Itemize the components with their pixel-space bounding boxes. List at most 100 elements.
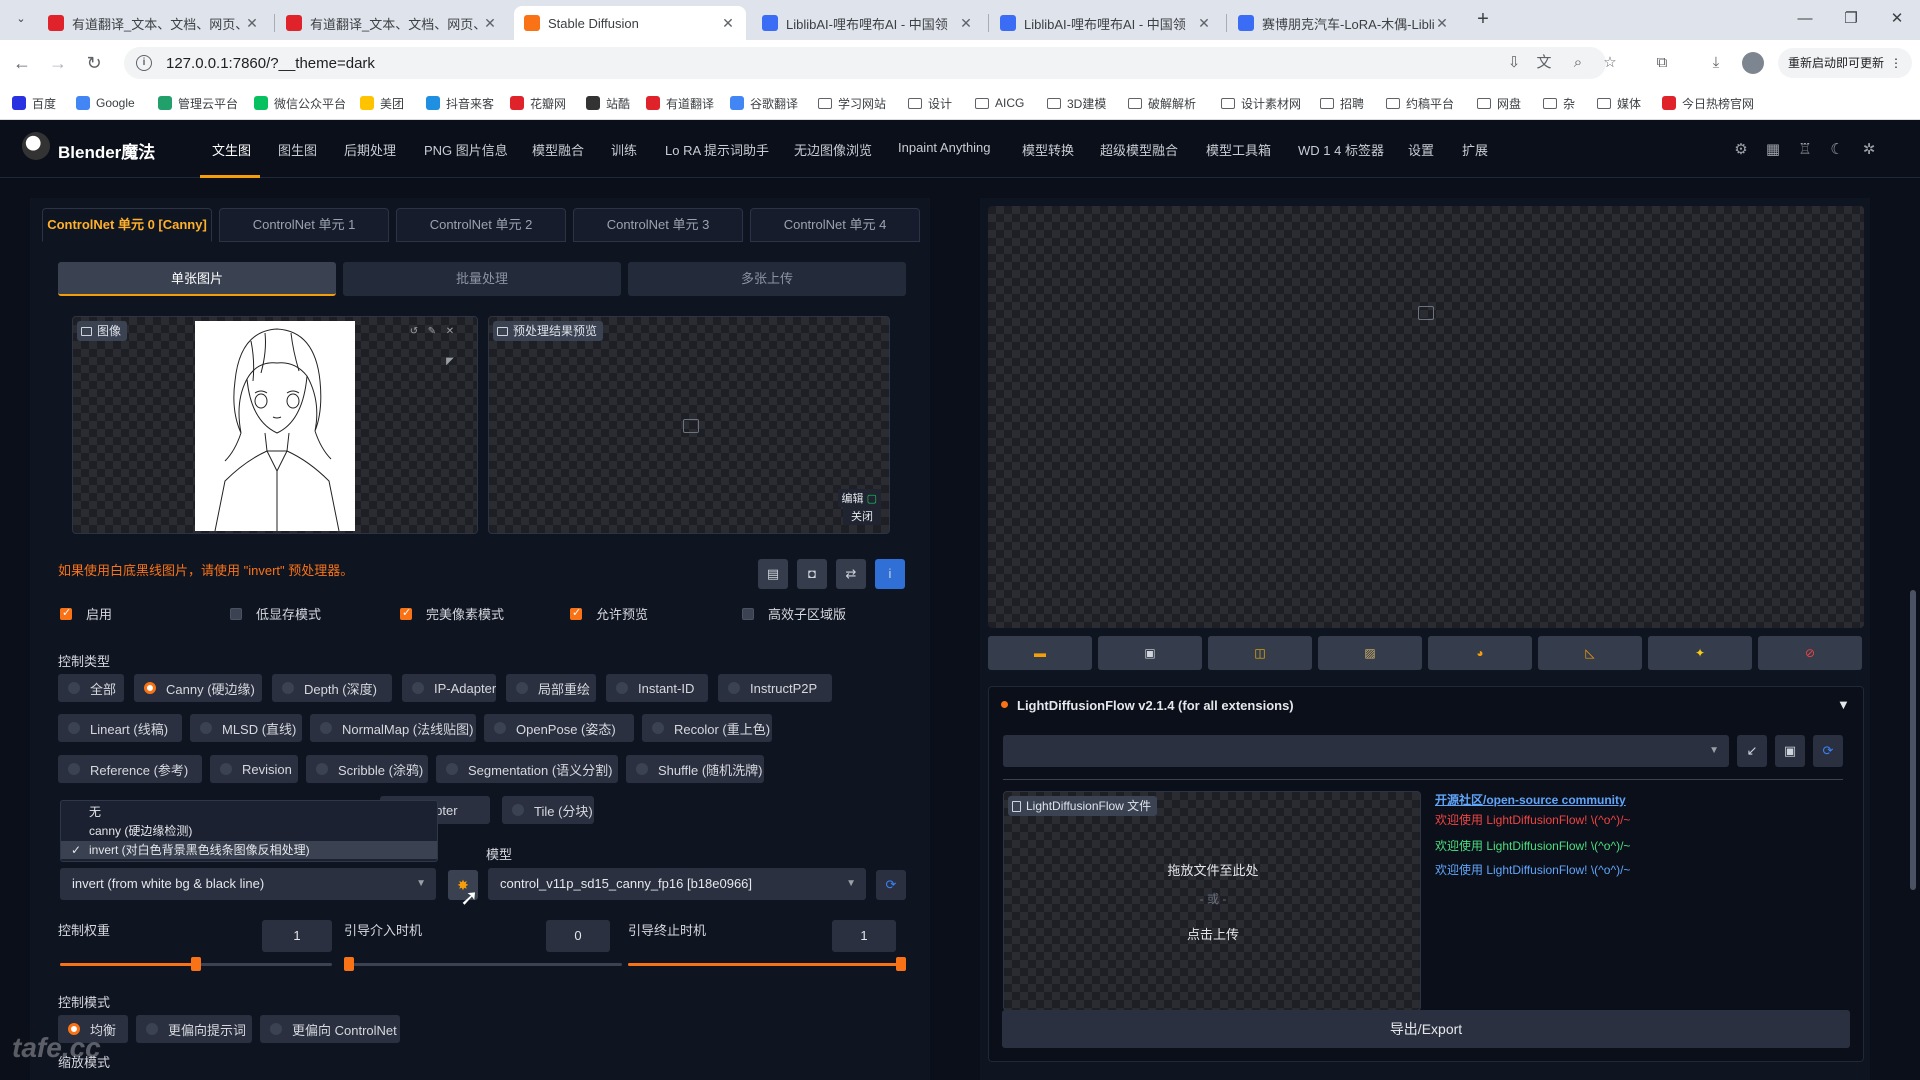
ruler-icon[interactable]: ◺: [1538, 636, 1642, 670]
open-folder-icon[interactable]: ▬: [988, 636, 1092, 670]
ldf-file-dropdown[interactable]: ▼: [1003, 735, 1729, 767]
nav-tab[interactable]: PNG 图片信息: [424, 140, 508, 159]
cog-icon[interactable]: ✲: [1860, 141, 1878, 159]
control-type-radio[interactable]: Tile (分块): [502, 796, 594, 824]
nav-tab[interactable]: 无边图像浏览: [794, 140, 872, 159]
nav-tab[interactable]: 扩展: [1462, 140, 1488, 159]
url-text[interactable]: 127.0.0.1:7860/?__theme=dark: [166, 55, 375, 72]
update-button[interactable]: 重新启动即可更新 ⋮: [1778, 48, 1912, 78]
nav-tab[interactable]: 设置: [1408, 140, 1434, 159]
nav-tab[interactable]: 模型工具箱: [1206, 140, 1271, 159]
control-type-radio[interactable]: Lineart (线稿): [58, 714, 182, 742]
control-type-radio[interactable]: IP-Adapter: [402, 674, 496, 702]
bookmark-folder[interactable]: 3D建模: [1047, 93, 1106, 113]
browser-tab[interactable]: 有道翻译_文本、文档、网页、 ✕: [276, 6, 508, 40]
option-checkbox[interactable]: 低显存模式: [230, 604, 321, 623]
bookmark-folder[interactable]: 设计: [908, 93, 952, 113]
download-icon[interactable]: ⤓: [1706, 53, 1726, 73]
control-mode-radio[interactable]: 更偏向提示词: [136, 1015, 252, 1043]
back-icon[interactable]: ←: [10, 51, 34, 75]
clear-image-icon[interactable]: ✕: [443, 325, 457, 339]
browser-tab[interactable]: Stable Diffusion ✕: [514, 6, 746, 40]
bookmark-link[interactable]: 有道翻译: [646, 93, 714, 113]
preprocessor-dropdown[interactable]: invert (from white bg & black line) ▼: [60, 868, 436, 900]
nav-tab[interactable]: 文生图: [212, 140, 251, 159]
extensions-icon[interactable]: ⧉: [1652, 53, 1672, 73]
controlnet-unit-tab[interactable]: ControlNet 单元 3: [573, 208, 743, 242]
zoom-icon[interactable]: ⌕: [1568, 53, 1588, 73]
more-menu-icon[interactable]: ⋮: [1890, 48, 1902, 78]
refresh-flow-icon[interactable]: ⟳: [1813, 735, 1843, 767]
bookmark-folder[interactable]: 招聘: [1320, 93, 1364, 113]
sparkle-icon[interactable]: ✦: [1648, 636, 1752, 670]
weight-slider-thumb[interactable]: [191, 957, 201, 971]
control-type-radio[interactable]: NormalMap (法线贴图): [310, 714, 476, 742]
control-type-radio[interactable]: 局部重绘: [506, 674, 596, 702]
document-icon[interactable]: ▤: [758, 559, 788, 589]
start-slider-track[interactable]: [344, 963, 622, 966]
bookmark-link[interactable]: 站酷: [586, 93, 630, 113]
option-checkbox[interactable]: 高效子区域版: [742, 604, 846, 623]
profile-avatar[interactable]: [1742, 52, 1764, 74]
option-checkbox[interactable]: 允许预览: [570, 604, 648, 623]
bookmark-folder[interactable]: AICG: [975, 93, 1024, 113]
close-tab-icon[interactable]: ✕: [1434, 15, 1450, 32]
end-input[interactable]: 1: [832, 920, 896, 952]
export-button[interactable]: 导出/Export: [1002, 1010, 1850, 1048]
tab-search-icon[interactable]: ⌄: [12, 10, 30, 28]
nav-tab[interactable]: Inpaint Anything: [898, 140, 991, 155]
restore-icon[interactable]: ❐: [1836, 8, 1866, 30]
start-input[interactable]: 0: [546, 920, 610, 952]
close-tab-icon[interactable]: ✕: [244, 15, 260, 32]
checkbox-box[interactable]: [230, 607, 242, 620]
save-flow-icon[interactable]: ▣: [1775, 735, 1805, 767]
nav-tab[interactable]: 训练: [611, 140, 637, 159]
bookmark-link[interactable]: 花瓣网: [510, 93, 566, 113]
nav-tab[interactable]: Lo RA 提示词助手: [665, 140, 769, 159]
bookmark-star-icon[interactable]: ☆: [1600, 53, 1620, 73]
control-type-radio[interactable]: Shuffle (随机洗牌): [626, 755, 764, 783]
control-type-radio[interactable]: Scribble (涂鸦): [306, 755, 428, 783]
nav-tab[interactable]: 超级模型融合: [1100, 140, 1178, 159]
controlnet-unit-tab[interactable]: ControlNet 单元 0 [Canny]: [42, 208, 212, 242]
preprocessor-option[interactable]: 无: [61, 803, 437, 821]
bookmark-folder[interactable]: 破解解析: [1128, 93, 1196, 113]
control-type-radio[interactable]: Reference (参考): [58, 755, 202, 783]
controlnet-unit-tab[interactable]: ControlNet 单元 1: [219, 208, 389, 242]
zip-icon[interactable]: ◫: [1208, 636, 1312, 670]
input-mode-tab[interactable]: 多张上传: [628, 262, 906, 296]
controlnet-unit-tab[interactable]: ControlNet 单元 2: [396, 208, 566, 242]
checkbox-box[interactable]: [742, 607, 754, 620]
bookmark-folder[interactable]: 媒体: [1597, 93, 1641, 113]
page-scrollbar[interactable]: [1910, 590, 1916, 890]
checkbox-box[interactable]: [400, 606, 412, 620]
control-type-radio[interactable]: Revision: [210, 755, 298, 783]
grid-icon[interactable]: ▦: [1764, 141, 1782, 159]
close-tab-icon[interactable]: ✕: [958, 15, 974, 32]
bookmark-link[interactable]: 美团: [360, 93, 404, 113]
collapse-arrow-icon[interactable]: ▼: [1837, 697, 1850, 712]
input-mode-tab[interactable]: 批量处理: [343, 262, 621, 296]
model-dropdown[interactable]: control_v11p_sd15_canny_fp16 [b18e0966] …: [488, 868, 866, 900]
bookmark-link[interactable]: 百度: [12, 93, 56, 113]
control-type-radio[interactable]: 全部: [58, 674, 124, 702]
minimize-icon[interactable]: —: [1790, 8, 1820, 30]
translate-icon[interactable]: 文: [1534, 53, 1554, 73]
forward-icon[interactable]: →: [46, 51, 70, 75]
nav-tab[interactable]: 模型融合: [532, 140, 584, 159]
control-type-radio[interactable]: Depth (深度): [272, 674, 392, 702]
address-bar[interactable]: i 127.0.0.1:7860/?__theme=dark ⇩ 文 ⌕ ☆: [124, 47, 1617, 79]
bookmark-link[interactable]: Google: [76, 93, 135, 113]
bookmark-link[interactable]: 谷歌翻译: [730, 93, 798, 113]
input-mode-tab[interactable]: 单张图片: [58, 262, 336, 296]
bookmark-link[interactable]: 今日热榜官网: [1662, 93, 1754, 113]
refresh-models-icon[interactable]: ⟳: [876, 870, 906, 900]
nav-tab[interactable]: 后期处理: [344, 140, 396, 159]
control-type-radio[interactable]: Recolor (重上色): [642, 714, 772, 742]
bookmark-folder[interactable]: 网盘: [1477, 93, 1521, 113]
import-icon[interactable]: ↙: [1737, 735, 1767, 767]
new-tab-button[interactable]: +: [1472, 8, 1494, 30]
reload-icon[interactable]: ↻: [82, 51, 106, 75]
browser-tab[interactable]: LiblibAI-哩布哩布AI - 中国领 ✕: [990, 6, 1222, 40]
nav-tab[interactable]: 模型转换: [1022, 140, 1074, 159]
